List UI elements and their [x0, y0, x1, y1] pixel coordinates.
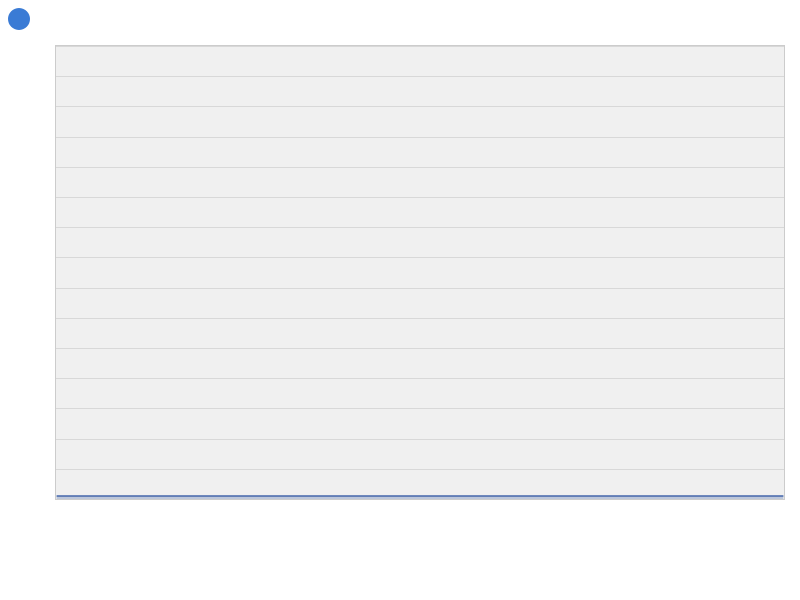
- chart-area: [55, 45, 785, 500]
- powered-by-badge: [8, 8, 34, 30]
- x-axis: [55, 500, 785, 600]
- libchart-logo-icon: [8, 8, 30, 30]
- chart-inner: [56, 46, 784, 499]
- chart-data-svg: [56, 46, 784, 499]
